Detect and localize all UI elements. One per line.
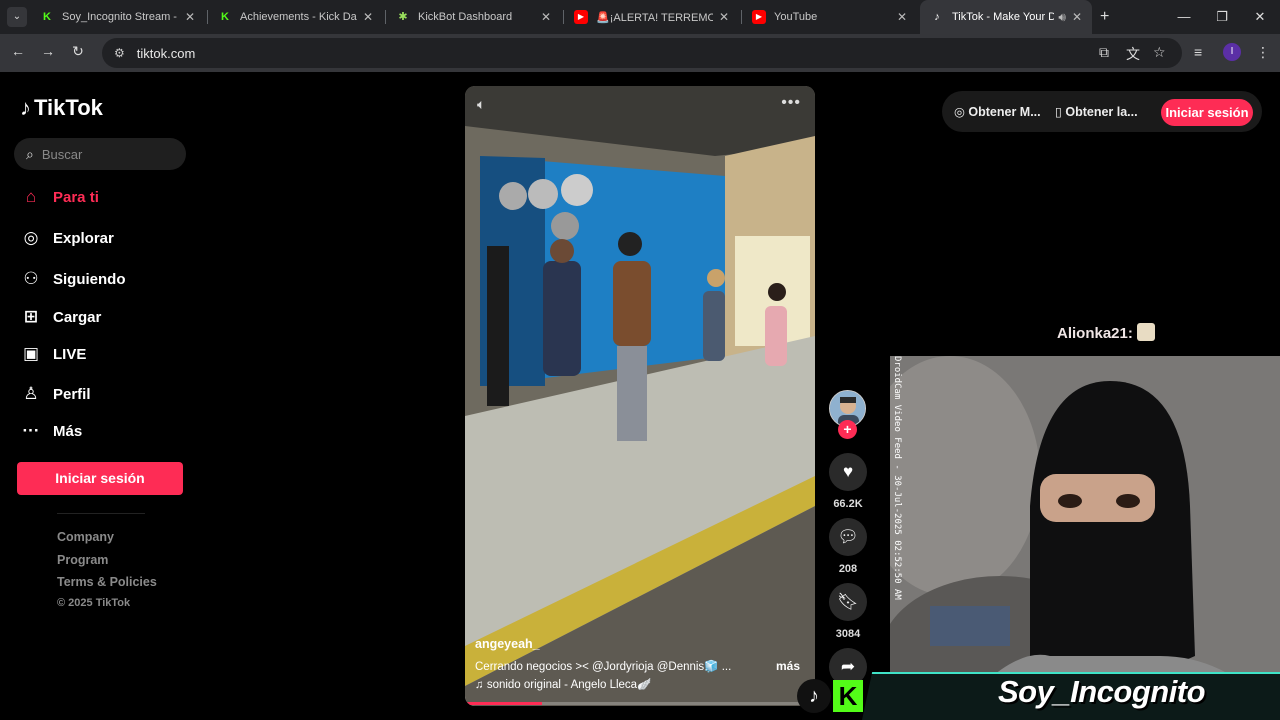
follow-button[interactable]: + xyxy=(838,420,857,439)
heart-icon: ♥ xyxy=(842,462,854,481)
video-player[interactable]: 🔈︎ ••• angeyeah_ Cerrando negocios >< @J… xyxy=(465,86,815,706)
following-icon: ⚇ xyxy=(23,269,39,288)
browser-tab-active[interactable]: ♪ TikTok - Make Your Da 🔊︎ ✕ xyxy=(920,0,1092,34)
sidebar-item-cargar[interactable]: ⊞ Cargar xyxy=(20,307,101,327)
live-icon: ▣ xyxy=(22,344,40,363)
install-app-icon[interactable]: ⧉ xyxy=(1099,44,1109,61)
tiktok-icon: ♪ xyxy=(20,95,31,120)
emote-icon xyxy=(1136,323,1155,341)
search-icon: ⌕ xyxy=(26,145,34,162)
back-button[interactable]: ← xyxy=(8,43,28,59)
youtube-icon: ▶ xyxy=(752,10,766,24)
browser-menu-icon[interactable]: ⋮ xyxy=(1256,44,1270,61)
compass-icon: ◎ xyxy=(23,228,39,247)
footer-link-terms[interactable]: Terms & Policies xyxy=(57,575,157,589)
more-options-icon[interactable]: ••• xyxy=(781,94,801,112)
divider xyxy=(57,513,145,514)
sidebar-item-live[interactable]: ▣ LIVE xyxy=(20,344,86,364)
search-input[interactable]: ⌕ Buscar xyxy=(14,138,186,170)
close-icon[interactable]: ✕ xyxy=(363,10,373,24)
media-control-icon[interactable]: ≡ xyxy=(1194,44,1202,60)
kick-icon: K xyxy=(833,680,863,712)
webcam-overlay xyxy=(890,356,1280,720)
login-button[interactable]: Iniciar sesión xyxy=(17,462,183,495)
header-login-button[interactable]: Iniciar sesión xyxy=(1161,99,1253,126)
save-button[interactable]: 🔖︎ xyxy=(829,583,867,621)
comment-count: 208 xyxy=(838,563,858,575)
get-coins-button[interactable]: ◎ Obtener M... xyxy=(954,104,1041,119)
sidebar-item-explorar[interactable]: ◎ Explorar xyxy=(20,228,114,248)
reload-button[interactable]: ↻ xyxy=(68,43,88,60)
comment-button[interactable]: 💬︎ xyxy=(829,518,867,556)
close-icon[interactable]: ✕ xyxy=(185,10,195,24)
site-info-icon[interactable]: ⚙ xyxy=(114,46,125,60)
home-icon: ⌂ xyxy=(25,187,37,206)
minimize-button[interactable]: — xyxy=(1164,0,1204,34)
video-sound[interactable]: ♫ sonido original - Angelo Lleca🪽 xyxy=(475,677,651,691)
close-icon[interactable]: ✕ xyxy=(541,10,551,24)
upload-icon: ⊞ xyxy=(23,307,39,326)
cam-timestamp: DroidCam Video Feed - 30-Jul-2025 02:52:… xyxy=(892,356,902,600)
browser-toolbar: ← → ↻ ⚙ tiktok.com ⧉ 文 ☆ ≡ I ⋮ xyxy=(0,34,1280,72)
video-frame xyxy=(465,86,815,706)
video-description: Cerrando negocios >< @Jordyrioja @Dennis… xyxy=(475,661,732,673)
url-text: tiktok.com xyxy=(136,45,196,61)
video-progress-fill xyxy=(465,702,542,705)
tiktok-logo[interactable]: ♪ TikTok xyxy=(20,95,103,121)
coin-icon: ◎ xyxy=(954,105,969,119)
video-author[interactable]: angeyeah_ xyxy=(475,637,540,651)
kick-icon: K xyxy=(43,11,51,23)
footer-link-company[interactable]: Company xyxy=(57,530,114,544)
share-icon: ➦ xyxy=(840,657,856,676)
comment-icon: 💬︎ xyxy=(837,527,859,546)
forward-button[interactable]: → xyxy=(38,43,58,59)
tab-search-button[interactable]: ⌄ xyxy=(7,7,27,27)
like-button[interactable]: ♥ xyxy=(829,453,867,491)
kickbot-icon: ✱ xyxy=(398,11,408,23)
kick-icon: K xyxy=(221,11,229,23)
browser-tab[interactable]: ▶ YouTube ✕ xyxy=(742,0,917,34)
translate-icon[interactable]: 文 xyxy=(1126,44,1140,64)
browser-tab[interactable]: ▶ 🚨¡ALERTA! TERREMOTO d ✕ xyxy=(564,0,739,34)
close-icon[interactable]: ✕ xyxy=(897,10,907,24)
sidebar-item-siguiendo[interactable]: ⚇ Siguiendo xyxy=(20,269,125,289)
more-icon: ··· xyxy=(22,421,40,440)
profile-avatar[interactable]: I xyxy=(1223,43,1241,61)
sidebar-item-mas[interactable]: ··· Más xyxy=(20,421,83,441)
video-progress-bar[interactable] xyxy=(465,702,815,705)
close-icon[interactable]: ✕ xyxy=(1072,10,1082,24)
get-app-button[interactable]: ▯ Obtener la... xyxy=(1055,104,1138,119)
browser-tab[interactable]: ✱ KickBot Dashboard ✕ xyxy=(386,0,561,34)
youtube-icon: ▶ xyxy=(574,10,588,24)
mute-icon[interactable]: 🔈︎ xyxy=(477,96,485,113)
tiktok-icon: ♪ xyxy=(797,679,831,713)
tiktok-icon: ♪ xyxy=(934,11,940,23)
bookmark-icon: 🔖︎ xyxy=(837,592,859,611)
copyright-text: © 2025 TikTok xyxy=(57,597,131,609)
footer-link-program[interactable]: Program xyxy=(57,553,108,567)
save-count: 3084 xyxy=(835,628,861,640)
phone-icon: ▯ xyxy=(1055,105,1066,119)
more-description-link[interactable]: más xyxy=(776,659,800,673)
profile-icon: ♙ xyxy=(23,384,39,403)
close-icon[interactable]: ✕ xyxy=(719,10,729,24)
sidebar-item-para-ti[interactable]: ⌂ Para ti xyxy=(20,187,99,207)
browser-tab-bar: ⌄ K Soy_Incognito Stream - Wa ✕ K Achiev… xyxy=(0,0,1280,34)
restore-button[interactable]: ❐ xyxy=(1202,0,1242,34)
streamer-name: Soy_Incognito xyxy=(998,674,1206,709)
audio-playing-icon[interactable]: 🔊︎ xyxy=(1058,10,1066,25)
address-bar[interactable]: ⚙ tiktok.com xyxy=(102,38,1182,68)
like-count: 66.2K xyxy=(833,498,863,510)
bookmark-star-icon[interactable]: ☆ xyxy=(1153,44,1166,61)
close-window-button[interactable]: ✕ xyxy=(1240,0,1280,34)
browser-tab[interactable]: K Soy_Incognito Stream - Wa ✕ xyxy=(30,0,205,34)
sidebar-item-perfil[interactable]: ♙ Perfil xyxy=(20,384,90,404)
new-tab-button[interactable]: + xyxy=(1100,8,1109,26)
chat-message: Alionka21: xyxy=(1057,323,1155,342)
browser-tab[interactable]: K Achievements - Kick Dashb ✕ xyxy=(208,0,383,34)
